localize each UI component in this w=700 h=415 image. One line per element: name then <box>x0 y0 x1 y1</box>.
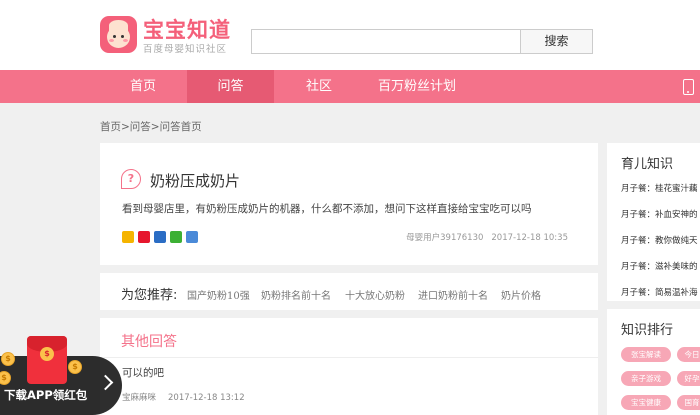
knowledge-item[interactable]: 月子餐：滋补美味的 <box>621 260 700 272</box>
divider <box>100 357 598 358</box>
red-packet-icon[interactable]: $ <box>27 336 67 384</box>
nav-item-qa[interactable]: 问答 <box>187 70 274 103</box>
ranking-tag[interactable]: 亲子游戏 <box>621 371 671 386</box>
answer-author[interactable]: 宝麻麻咪 <box>122 393 156 403</box>
ranking-tag[interactable]: 国育 <box>677 395 700 410</box>
nav-item-home[interactable]: 首页 <box>100 70 186 103</box>
more-share-icon[interactable] <box>186 231 198 243</box>
recommend-label: 为您推荐: <box>121 288 178 303</box>
ranking-title: 知识排行 <box>621 323 674 338</box>
recommend-link[interactable]: 国产奶粉10强 <box>187 287 250 302</box>
ranking-tag[interactable]: 今日 <box>677 347 700 362</box>
search-input[interactable] <box>251 29 521 54</box>
answers-title: 其他回答 <box>121 334 177 350</box>
answer-time: 2017-12-18 13:12 <box>168 393 245 403</box>
recommend-link[interactable]: 奶粉排名前十名 <box>261 287 331 302</box>
nav-item-fans-plan[interactable]: 百万粉丝计划 <box>362 70 472 103</box>
ranking-tag[interactable]: 张宝解读 <box>621 347 671 362</box>
search-button[interactable]: 搜索 <box>520 29 593 54</box>
question-meta: 母婴用户39176130 2017-12-18 10:35 <box>398 231 568 243</box>
knowledge-ranking-panel: 知识排行 张宝解读 今日 亲子游戏 好孕 宝宝健康 国育 <box>607 309 700 415</box>
weibo-icon[interactable] <box>138 231 150 243</box>
question-card: ? 奶粉压成奶片 看到母婴店里，有奶粉压成奶片的机器，什么都不添加，想问下这样直… <box>100 143 598 265</box>
logo-subtitle: 百度母婴知识社区 <box>143 44 228 55</box>
coin-icon: $ <box>1 352 15 366</box>
logo-eye-left <box>113 35 116 38</box>
knowledge-item[interactable]: 月子餐：简易温补海 <box>621 286 700 298</box>
question-author[interactable]: 母婴用户39176130 <box>406 233 483 243</box>
ranking-tag[interactable]: 宝宝健康 <box>621 395 671 410</box>
site-header: 宝宝知道 百度母婴知识社区 搜索 <box>0 0 700 70</box>
question-title: 奶粉压成奶片 <box>150 172 241 190</box>
recommend-link[interactable]: 奶片价格 <box>501 287 541 302</box>
promo-text[interactable]: 下载APP领红包 <box>4 387 87 403</box>
question-body: 看到母婴店里，有奶粉压成奶片的机器，什么都不添加，想问下这样直接给宝宝吃可以吗 <box>122 203 532 215</box>
recommend-link[interactable]: 十大放心奶粉 <box>345 287 405 302</box>
mobile-phone-icon[interactable] <box>683 79 694 95</box>
logo-cheek-right <box>123 39 128 42</box>
knowledge-item[interactable]: 月子餐：教你做纯天 <box>621 234 700 246</box>
recommend-link[interactable]: 进口奶粉前十名 <box>418 287 488 302</box>
main-nav: 首页 问答 社区 百万粉丝计划 <box>0 70 700 103</box>
renren-icon[interactable] <box>154 231 166 243</box>
breadcrumb[interactable]: 首页>问答>问答首页 <box>100 119 202 134</box>
knowledge-title: 育儿知识 <box>621 157 674 172</box>
chevron-right-icon[interactable] <box>97 374 114 391</box>
recommend-bar: 为您推荐: 国产奶粉10强 奶粉排名前十名 十大放心奶粉 进口奶粉前十名 奶片价… <box>100 273 598 310</box>
answers-card: 其他回答 可以的吧 宝麻麻咪 2017-12-18 13:12 <box>100 318 598 415</box>
qzone-icon[interactable] <box>122 231 134 243</box>
question-mark-icon: ? <box>121 169 141 189</box>
ranking-tag[interactable]: 好孕 <box>677 371 700 386</box>
parenting-knowledge-panel: 育儿知识 月子餐：桂花蜜汁藕 月子餐：补血安神的 月子餐：教你做纯天 月子餐：滋… <box>607 143 700 301</box>
nav-item-community[interactable]: 社区 <box>276 70 362 103</box>
coin-icon: $ <box>68 360 82 374</box>
logo-eye-right <box>121 35 124 38</box>
baby-logo-icon[interactable] <box>100 16 137 53</box>
wechat-icon[interactable] <box>170 231 182 243</box>
logo-title[interactable]: 宝宝知道 <box>143 14 231 44</box>
answer-text: 可以的吧 <box>122 367 164 379</box>
logo-face <box>107 26 130 48</box>
knowledge-item[interactable]: 月子餐：补血安神的 <box>621 208 700 220</box>
packet-seal-icon: $ <box>40 347 54 361</box>
knowledge-item[interactable]: 月子餐：桂花蜜汁藕 <box>621 182 700 194</box>
answer-meta: 宝麻麻咪 2017-12-18 13:12 <box>122 391 245 403</box>
question-time: 2017-12-18 10:35 <box>491 233 568 243</box>
logo-cheek-left <box>109 39 114 42</box>
